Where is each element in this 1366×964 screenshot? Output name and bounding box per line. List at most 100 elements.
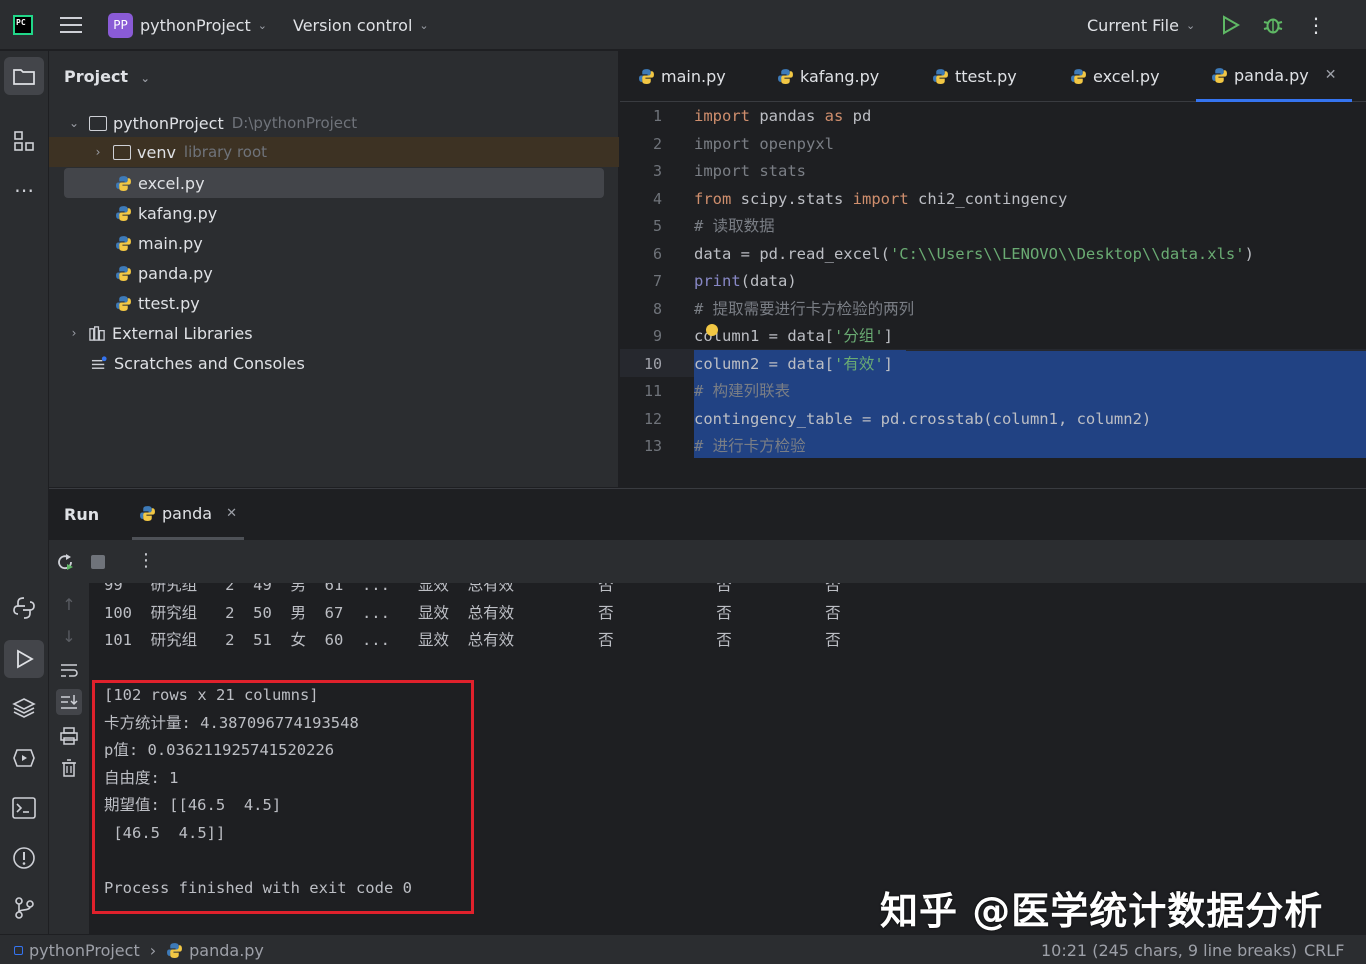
soft-wrap-icon[interactable]: [56, 657, 82, 683]
structure-tool-button[interactable]: [4, 122, 44, 160]
tab-label: kafang.py: [800, 67, 880, 86]
version-control-menu[interactable]: Version control ⌄: [293, 0, 429, 50]
folder-icon: [113, 144, 131, 160]
scroll-down-icon[interactable]: ↓: [56, 623, 82, 649]
services-button[interactable]: [4, 739, 44, 777]
tab-ttest[interactable]: ttest.py: [932, 51, 1017, 102]
python-file-icon: [116, 295, 131, 311]
code-line: # 构建列联表: [694, 382, 791, 400]
bug-icon: [1263, 18, 1283, 34]
caret-position[interactable]: 10:21 (245 chars, 9 line breaks): [1041, 941, 1297, 960]
line-number: 12: [643, 409, 662, 428]
line-number: 6: [652, 244, 662, 263]
tree-file-kafang[interactable]: kafang.py: [49, 198, 619, 228]
services-icon: [13, 749, 35, 767]
structure-icon: [14, 131, 34, 151]
tab-excel[interactable]: excel.py: [1070, 51, 1160, 102]
rerun-button[interactable]: [55, 552, 75, 576]
python-file-icon: [140, 505, 155, 521]
line-number: 13: [643, 437, 662, 455]
project-badge: PP: [108, 12, 133, 38]
tree-file-excel[interactable]: excel.py: [64, 168, 604, 198]
breadcrumb-file[interactable]: panda.py: [189, 941, 264, 960]
venv-name: venv: [137, 142, 176, 162]
run-icon: [17, 649, 34, 669]
chevron-right-icon[interactable]: ›: [91, 145, 105, 159]
code-line: column2 = data['有效']: [694, 354, 893, 373]
lightbulb-icon[interactable]: [706, 324, 718, 336]
git-button[interactable]: [4, 889, 44, 927]
venv-note: library root: [183, 143, 268, 161]
close-icon[interactable]: ✕: [226, 506, 237, 521]
code-line: contingency_table = pd.crosstab(column1,…: [694, 409, 1152, 428]
tree-venv[interactable]: › venv library root: [49, 137, 619, 167]
stop-icon[interactable]: [91, 555, 105, 569]
chevron-down-icon: ⌄: [257, 18, 267, 32]
project-switcher[interactable]: PP pythonProject ⌄: [108, 0, 267, 50]
chevron-down-icon[interactable]: ⌄: [67, 116, 81, 130]
project-panel-header[interactable]: Project ⌄: [64, 67, 150, 86]
python-console-icon: [13, 597, 35, 619]
run-tab-panda[interactable]: panda ✕: [132, 489, 244, 540]
output-line: 101 研究组 2 51 女 60 ... 显效 总有效 否 否 否: [104, 631, 841, 649]
run-tab-label: panda: [162, 503, 213, 523]
line-number: 2: [652, 134, 662, 153]
watermark: 知乎 @医学统计数据分析: [880, 889, 1324, 933]
tree-scratches[interactable]: Scratches and Consoles: [49, 348, 619, 378]
line-number: 3: [652, 162, 662, 180]
debug-button[interactable]: [1262, 0, 1284, 50]
main-menu-button[interactable]: [60, 0, 82, 50]
run-configuration-selector[interactable]: Current File ⌄: [1087, 0, 1195, 50]
line-ending[interactable]: CRLF: [1304, 941, 1344, 960]
problems-button[interactable]: [4, 839, 44, 877]
run-tool-button[interactable]: [4, 640, 44, 678]
tree-external-libraries[interactable]: › External Libraries: [49, 318, 619, 348]
output-line: 100 研究组 2 50 男 67 ... 显效 总有效 否 否 否: [104, 603, 841, 622]
line-number: 1: [652, 107, 662, 125]
python-file-icon: [167, 943, 183, 958]
more-options-icon[interactable]: ⋮: [137, 550, 155, 571]
scroll-to-end-icon[interactable]: [56, 689, 82, 715]
tab-main[interactable]: main.py: [638, 51, 726, 102]
layers-icon: [12, 698, 36, 718]
folder-icon: [13, 69, 35, 85]
python-packages-button[interactable]: [4, 689, 44, 727]
project-name: pythonProject: [140, 15, 251, 35]
tab-label: main.py: [661, 67, 726, 86]
chevron-right-icon[interactable]: ›: [67, 326, 81, 340]
file-name: excel.py: [138, 173, 205, 193]
chevron-down-icon: ⌄: [140, 72, 150, 85]
line-number: 11: [643, 382, 662, 400]
git-branch-icon: [15, 897, 34, 919]
breadcrumb-project[interactable]: pythonProject: [29, 941, 140, 960]
terminal-button[interactable]: [4, 789, 44, 827]
more-options-icon[interactable]: ⋮: [1306, 0, 1326, 50]
scroll-up-icon[interactable]: ↑: [56, 591, 82, 617]
more-tools-icon[interactable]: ⋯: [4, 171, 44, 209]
line-number: 8: [652, 299, 662, 318]
file-name: ttest.py: [138, 293, 200, 313]
tab-panda[interactable]: panda.py ✕: [1196, 51, 1352, 102]
tree-file-panda[interactable]: panda.py: [49, 258, 619, 288]
close-icon[interactable]: ✕: [1325, 67, 1337, 83]
tree-file-main[interactable]: main.py: [49, 228, 619, 258]
run-panel: Run panda ✕ ⋮ ↑ ↓ 99 研究组 2 49 男 61 ... 显…: [49, 488, 1366, 935]
trash-icon[interactable]: [56, 755, 82, 781]
line-number-gutter: 1 2 3 4 5 6 7 8 9 10 11 12 13: [620, 103, 682, 458]
python-file-icon: [933, 69, 948, 84]
python-file-icon: [116, 265, 131, 281]
code-line: import openpyxl: [694, 134, 834, 153]
print-icon[interactable]: [56, 723, 82, 749]
library-icon: [89, 325, 105, 341]
file-name: kafang.py: [138, 203, 218, 223]
tab-kafang[interactable]: kafang.py: [777, 51, 879, 102]
pycharm-logo-icon[interactable]: PC: [13, 15, 33, 35]
run-button[interactable]: [1220, 0, 1240, 50]
chevron-right-icon: ›: [149, 941, 157, 960]
code-line: # 读取数据: [694, 217, 775, 235]
tree-file-ttest[interactable]: ttest.py: [49, 288, 619, 318]
code-line: print(data): [694, 272, 797, 290]
python-console-button[interactable]: [4, 589, 44, 627]
project-tool-button[interactable]: [4, 57, 44, 95]
tree-root[interactable]: ⌄ pythonProject D:\pythonProject: [49, 108, 619, 138]
